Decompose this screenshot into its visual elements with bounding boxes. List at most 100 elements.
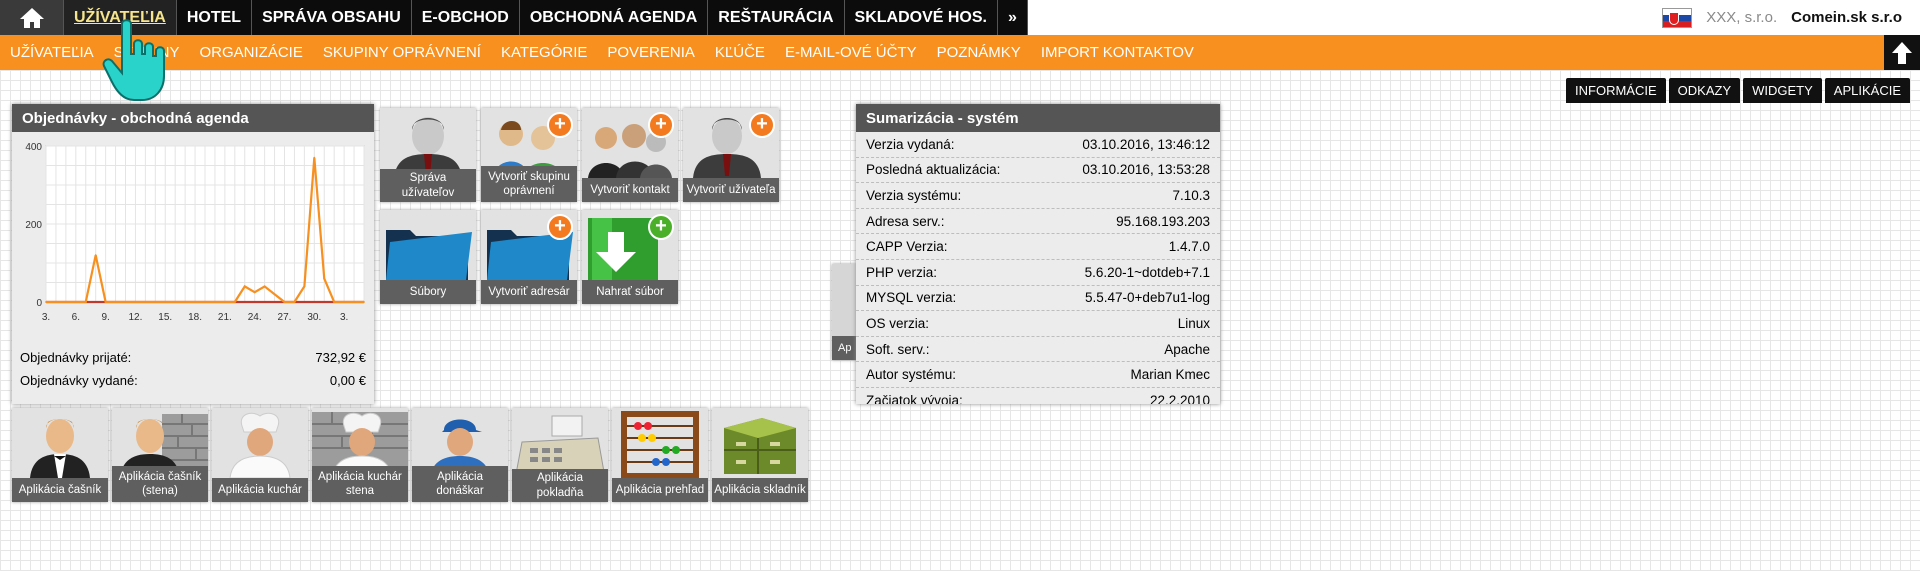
tile-label: Aplikácia čašník (stena) (112, 466, 208, 502)
chart-x-tick-label: 3. (340, 312, 348, 323)
orders-line-chart: 0 200 400 3. 6. 9. 12. 15. 18. 21. 24. 27. 30. 3. (25, 142, 365, 323)
subnav-keys[interactable]: KĽÚČE (705, 44, 775, 61)
chart-data-point (154, 301, 157, 303)
subnav-mandates[interactable]: POVERENIA (597, 44, 705, 61)
orders-chart: 0 200 400 3. 6. 9. 12. 15. 18. 21. 24. 27. 30. 3. (12, 132, 374, 346)
summary-row-label: Autor systému: (866, 367, 957, 383)
chart-x-tick-label: 27. (278, 312, 292, 323)
subnav-import-contacts[interactable]: IMPORT KONTAKTOV (1031, 44, 1204, 61)
chart-data-point (233, 301, 236, 303)
tile-app-cook[interactable]: Aplikácia kuchár (212, 408, 308, 502)
orders-widget-title[interactable]: Objednávky - obchodná agenda (12, 104, 374, 132)
chart-data-point (223, 301, 226, 303)
company-name[interactable]: XXX, s.r.o. (1706, 9, 1777, 26)
tile-label: Súbory (380, 280, 476, 304)
summary-row: Verzia systému: 7.10.3 (856, 183, 1220, 209)
add-plus-icon: + (648, 214, 674, 240)
tab-widgets[interactable]: WIDGETY (1743, 78, 1822, 103)
tile-partial-hidden[interactable]: Ap (832, 264, 858, 360)
chart-data-point (104, 301, 107, 303)
tile-app-cash-register[interactable]: Aplikácia pokladňa (512, 408, 608, 502)
orders-received-row: Objednávky prijaté: 732,92 € (12, 346, 374, 369)
sub-nav: UŽÍVATEĽIA SKUPINY ORGANIZÁCIE SKUPINY O… (0, 35, 1920, 70)
topnav-warehouse[interactable]: SKLADOVÉ HOS. (845, 0, 998, 35)
chart-data-point (263, 285, 266, 288)
tile-label: Aplikácia donáškar (412, 466, 508, 502)
tile-label: Vytvoriť užívateľa (683, 178, 779, 202)
summary-row: Soft. serv.: Apache (856, 337, 1220, 363)
chart-data-point (313, 156, 316, 159)
tile-user-management[interactable]: Správa užívateľov (380, 108, 476, 202)
topnav-agenda[interactable]: OBCHODNÁ AGENDA (520, 0, 709, 35)
orders-received-value: 732,92 € (315, 350, 366, 365)
topnav-content[interactable]: SPRÁVA OBSAHU (252, 0, 412, 35)
chart-data-point (94, 254, 97, 257)
topnav-restaurant[interactable]: REŠTAURÁCIA (708, 0, 845, 35)
home-button[interactable] (0, 0, 64, 35)
chart-y-tick-label: 400 (25, 142, 42, 153)
tile-app-cook-wall[interactable]: Aplikácia kuchár stena (312, 408, 408, 502)
add-plus-icon: + (749, 112, 775, 138)
tab-links[interactable]: ODKAZY (1668, 78, 1741, 103)
tile-label: Vytvoriť adresár (481, 280, 577, 304)
summary-row-value: Marian Kmec (1130, 367, 1210, 383)
summary-row: CAPP Verzia: 1.4.7.0 (856, 234, 1220, 260)
summary-row-label: Posledná aktualizácia: (866, 162, 1001, 178)
tile-app-delivery[interactable]: Aplikácia donáškar (412, 408, 508, 502)
more-menu-button[interactable]: » (998, 0, 1028, 35)
tile-app-waiter[interactable]: Aplikácia čašník (12, 408, 108, 502)
chart-data-point (45, 301, 47, 303)
topnav-hotel[interactable]: HOTEL (177, 0, 253, 35)
orders-widget: Objednávky - obchodná agenda 0 200 400 3. 6.… (12, 104, 374, 404)
chart-data-point (243, 285, 246, 288)
topnav-eshop[interactable]: E-OBCHOD (412, 0, 520, 35)
chart-data-point (114, 301, 117, 303)
top-right-info: XXX, s.r.o. Comein.sk s.r.o (1662, 0, 1902, 35)
tab-applications[interactable]: APLIKÁCIE (1824, 78, 1910, 103)
subnav-organizations[interactable]: ORGANIZÁCIE (190, 44, 313, 61)
add-plus-icon: + (547, 112, 573, 138)
chef-icon (229, 412, 291, 478)
slovak-flag-icon[interactable] (1662, 7, 1693, 28)
summary-row-label: PHP verzia: (866, 264, 938, 280)
summary-row-value: 5.5.47-0+deb7u1-log (1085, 290, 1210, 306)
chart-data-point (144, 301, 147, 303)
tile-upload-file[interactable]: + Nahrať súbor (582, 210, 678, 304)
tile-app-overview[interactable]: Aplikácia prehľad (612, 408, 708, 502)
waiter-icon (30, 419, 90, 478)
tile-label: Vytvoriť kontakt (582, 178, 678, 202)
tab-information[interactable]: INFORMÁCIE (1566, 78, 1666, 103)
chart-x-tick-label: 6. (72, 312, 80, 323)
summary-row: MYSQL verzia: 5.5.47-0+deb7u1-log (856, 286, 1220, 312)
summary-row-value: Apache (1164, 341, 1210, 357)
summary-row-value: 03.10.2016, 13:53:28 (1082, 162, 1210, 178)
subnav-email-accounts[interactable]: E-MAIL-OVÉ ÚČTY (775, 44, 927, 61)
tile-label: Aplikácia kuchár stena (312, 466, 408, 502)
tile-app-storekeeper[interactable]: Aplikácia skladník (712, 408, 808, 502)
subnav-permission-groups[interactable]: SKUPINY OPRÁVNENÍ (313, 44, 491, 61)
tile-create-contact[interactable]: + Vytvoriť kontakt (582, 108, 678, 202)
subnav-notes[interactable]: POZNÁMKY (927, 44, 1031, 61)
subnav-users[interactable]: UŽÍVATEĽIA (0, 44, 104, 61)
brand-name[interactable]: Comein.sk s.r.o (1791, 9, 1902, 26)
chart-data-point (363, 301, 365, 303)
chart-data-point (323, 277, 326, 280)
system-summary-title[interactable]: Sumarizácia - systém (856, 104, 1220, 132)
chart-data-point (343, 301, 346, 303)
chart-y-tick-label: 0 (36, 298, 42, 309)
tile-create-permission-group[interactable]: + Vytvoriť skupinu oprávnení (481, 108, 577, 202)
summary-row: PHP verzia: 5.6.20-1~dotdeb+7.1 (856, 260, 1220, 286)
chart-data-point (184, 301, 187, 303)
chart-data-point (253, 291, 256, 294)
tile-create-folder[interactable]: + Vytvoriť adresár (481, 210, 577, 304)
scroll-up-button[interactable] (1884, 35, 1920, 70)
tile-files[interactable]: Súbory (380, 210, 476, 304)
subnav-categories[interactable]: KATEGÓRIE (491, 44, 597, 61)
chart-data-point (164, 301, 167, 303)
tile-app-waiter-wall[interactable]: Aplikácia čašník (stena) (112, 408, 208, 502)
chart-data-point (74, 301, 77, 303)
chart-y-tick-label: 200 (25, 220, 42, 231)
summary-row-value: 22.2.2010 (1149, 392, 1210, 404)
tile-create-user[interactable]: + Vytvoriť užívateľa (683, 108, 779, 202)
summary-row-value: 95.168.193.203 (1116, 213, 1210, 229)
